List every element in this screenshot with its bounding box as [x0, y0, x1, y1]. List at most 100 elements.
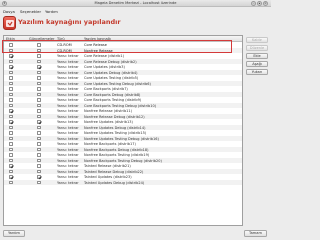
- enabled-checkbox[interactable]: [9, 103, 13, 107]
- media-name: Nonfree Updates (distrib13): [84, 120, 133, 124]
- media-type: Yansı: tekrar: [57, 98, 79, 102]
- menu-help[interactable]: Yardım: [45, 9, 58, 14]
- enabled-checkbox[interactable]: [9, 76, 13, 80]
- enabled-checkbox[interactable]: [9, 153, 13, 157]
- updates-checkbox[interactable]: [37, 147, 41, 151]
- enabled-checkbox[interactable]: [9, 175, 13, 179]
- edit-button[interactable]: Düzenle: [246, 45, 268, 51]
- enabled-checkbox[interactable]: [9, 136, 13, 140]
- page-title: Yazılım kaynağını yapılandır: [18, 18, 121, 26]
- updates-checkbox[interactable]: [37, 54, 41, 58]
- close-icon[interactable]: ×: [263, 1, 268, 6]
- media-name: Core Backports Debug (distrib8): [84, 92, 141, 97]
- updates-checkbox[interactable]: [37, 175, 41, 179]
- media-type: Yansı: tekrar: [57, 120, 79, 124]
- enabled-checkbox[interactable]: [9, 43, 13, 47]
- media-name: Core Backports Testing (distrib9): [84, 98, 142, 102]
- updates-checkbox[interactable]: [37, 109, 41, 113]
- move-up-button[interactable]: Yukarı: [246, 69, 268, 75]
- updates-checkbox[interactable]: [37, 81, 41, 85]
- footer: Yardım Tamam: [0, 229, 271, 240]
- media-name: Tainted Updates (distrib23): [84, 175, 132, 179]
- menu-file[interactable]: Dosya: [3, 9, 15, 14]
- updates-checkbox[interactable]: [37, 76, 41, 80]
- updates-checkbox[interactable]: [37, 65, 41, 69]
- updates-checkbox[interactable]: [37, 125, 41, 129]
- updates-checkbox[interactable]: [37, 136, 41, 140]
- updates-checkbox[interactable]: [37, 59, 41, 63]
- col-source[interactable]: Yazılım kaynağı: [84, 37, 111, 41]
- minimize-icon[interactable]: –: [251, 1, 256, 6]
- updates-checkbox[interactable]: [37, 153, 41, 157]
- add-button[interactable]: Ekle: [246, 53, 268, 59]
- enabled-checkbox[interactable]: [9, 158, 13, 162]
- move-down-button[interactable]: Aşağı: [246, 61, 268, 67]
- enabled-checkbox[interactable]: [9, 125, 13, 129]
- enabled-checkbox[interactable]: [9, 92, 13, 96]
- media-table: Etkin Güncellemeler Türü Yazılım kaynağı…: [3, 35, 243, 226]
- col-updates[interactable]: Güncellemeler: [29, 37, 54, 41]
- enabled-checkbox[interactable]: [9, 142, 13, 146]
- media-type: Yansı: tekrar: [57, 54, 79, 58]
- media-name: Core Release Debug (distrib2): [84, 59, 137, 64]
- updates-checkbox[interactable]: [37, 43, 41, 47]
- updates-checkbox[interactable]: [37, 70, 41, 74]
- updates-checkbox[interactable]: [37, 92, 41, 96]
- media-name: Nonfree Backports Testing (distrib19): [84, 153, 150, 157]
- media-type: Yansı: tekrar: [57, 59, 79, 64]
- media-name: Nonfree Backports Debug (distrib18): [84, 147, 149, 152]
- media-type: Yansı: tekrar: [57, 147, 79, 152]
- updates-checkbox[interactable]: [37, 169, 41, 173]
- enabled-checkbox[interactable]: [9, 54, 13, 58]
- enabled-checkbox[interactable]: [9, 114, 13, 118]
- help-button[interactable]: Yardım: [3, 230, 25, 237]
- updates-checkbox[interactable]: [37, 114, 41, 118]
- media-name: Nonfree Release Debug (distrib12): [84, 114, 145, 119]
- updates-checkbox[interactable]: [37, 103, 41, 107]
- enabled-checkbox[interactable]: [9, 70, 13, 74]
- enabled-checkbox[interactable]: [9, 81, 13, 85]
- enabled-checkbox[interactable]: [9, 59, 13, 63]
- media-name: Core Updates (distrib3): [84, 65, 125, 69]
- media-name: Core Release (distrib1): [84, 54, 124, 58]
- media-type: Yansı: tekrar: [57, 142, 79, 146]
- media-type: Yansı: tekrar: [57, 125, 79, 130]
- menu-options[interactable]: Seçenekler: [20, 9, 41, 14]
- enabled-checkbox[interactable]: [9, 164, 13, 168]
- media-name: Core Updates Debug (distrib4): [84, 70, 138, 75]
- enabled-checkbox[interactable]: [9, 147, 13, 151]
- updates-checkbox[interactable]: [37, 158, 41, 162]
- enabled-checkbox[interactable]: [9, 98, 13, 102]
- enabled-checkbox[interactable]: [9, 65, 13, 69]
- media-name: Tainted Updates Debug (distrib24): [84, 180, 145, 185]
- updates-checkbox[interactable]: [37, 142, 41, 146]
- remove-button[interactable]: Kaldır: [246, 37, 268, 43]
- enabled-checkbox[interactable]: [9, 169, 13, 173]
- enabled-checkbox[interactable]: [9, 48, 13, 52]
- page-header: Yazılım kaynağını yapılandır: [0, 15, 271, 35]
- enabled-checkbox[interactable]: [9, 180, 13, 184]
- updates-checkbox[interactable]: [37, 98, 41, 102]
- col-enabled[interactable]: Etkin: [6, 37, 15, 41]
- enabled-checkbox[interactable]: [9, 87, 13, 91]
- maximize-icon[interactable]: ▴: [257, 1, 262, 6]
- updates-checkbox[interactable]: [37, 87, 41, 91]
- updates-checkbox[interactable]: [37, 180, 41, 184]
- software-sources-icon: [3, 16, 16, 30]
- media-type: Yansı: tekrar: [57, 164, 79, 168]
- enabled-checkbox[interactable]: [9, 120, 13, 124]
- media-name: Nonfree Updates Debug (distrib14): [84, 125, 146, 130]
- media-type: Yansı: tekrar: [57, 169, 79, 174]
- enabled-checkbox[interactable]: [9, 131, 13, 135]
- col-type[interactable]: Türü: [57, 37, 65, 41]
- updates-checkbox[interactable]: [37, 120, 41, 124]
- enabled-checkbox[interactable]: [9, 109, 13, 113]
- table-body: CD-ROM Core Release CD-ROM Nonfree Release Y…: [4, 42, 242, 185]
- updates-checkbox[interactable]: [37, 164, 41, 168]
- updates-checkbox[interactable]: [37, 131, 41, 135]
- table-row[interactable]: Yansı: tekrar Tainted Updates Debug (dist…: [4, 179, 242, 185]
- updates-checkbox[interactable]: [37, 48, 41, 52]
- ok-button[interactable]: Tamam: [244, 230, 267, 237]
- media-type: Yansı: tekrar: [57, 76, 79, 80]
- media-name: Core Updates Testing Debug (distrib6): [84, 81, 151, 86]
